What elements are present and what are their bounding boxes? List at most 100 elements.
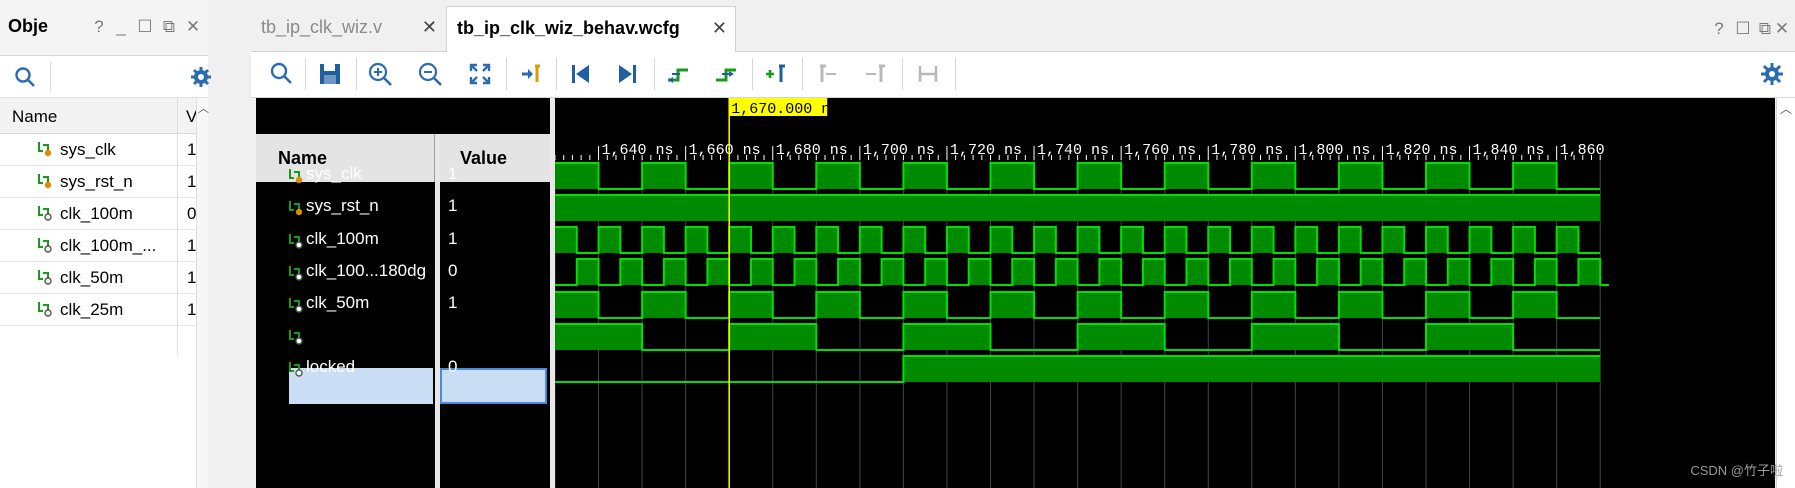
toolbar-divider <box>50 62 51 92</box>
signal-high-fill <box>685 227 708 253</box>
save-icon[interactable] <box>316 60 344 88</box>
next-marker-icon[interactable] <box>862 60 890 88</box>
close-icon[interactable]: ✕ <box>712 7 727 49</box>
signal-high-fill <box>794 259 817 285</box>
value-header-label: Value <box>460 148 508 168</box>
input-port-icon <box>38 174 52 189</box>
signal-high-fill <box>1164 227 1187 253</box>
signal-name[interactable]: sys_rst_n <box>306 196 434 216</box>
ruler-label: 1,760 ns <box>1124 142 1196 159</box>
input-port-icon <box>289 201 303 216</box>
signal-icon-cell <box>288 296 304 319</box>
signal-icon-cell <box>288 328 304 351</box>
waveform-scrollbar[interactable]: ︿ <box>1776 98 1795 488</box>
signal-high-fill <box>707 259 730 285</box>
signal-icon-cell <box>288 264 304 287</box>
zoom-out-icon[interactable] <box>416 60 444 88</box>
signal-icon-cell <box>288 167 304 190</box>
signal-high-fill <box>642 227 664 253</box>
signal-high-fill <box>1556 227 1579 253</box>
signal-high-fill <box>1295 227 1318 253</box>
objects-toolbar <box>0 56 211 98</box>
signal-icon <box>38 238 52 253</box>
float-icon[interactable]: ⧉ <box>160 16 178 38</box>
signal-high-fill <box>1055 259 1078 285</box>
signal-high-fill <box>816 163 860 189</box>
signal-value[interactable]: 1 <box>448 196 457 216</box>
signal-value[interactable]: 1 <box>448 164 457 184</box>
objects-scrollbar[interactable]: ︿ <box>196 98 209 488</box>
signal-value[interactable]: 1 <box>448 229 457 249</box>
maximize-icon[interactable]: ☐ <box>136 16 154 38</box>
signal-name[interactable]: locked <box>306 357 434 377</box>
minimize-icon[interactable]: _ <box>112 16 130 38</box>
tab-tb-ip-clk-wiz-behav-wcfg[interactable]: tb_ip_clk_wiz_behav.wcfg ✕ <box>446 6 736 52</box>
object-icon <box>37 268 53 291</box>
signal-value[interactable]: 1 <box>448 325 457 345</box>
search-icon[interactable] <box>14 66 36 88</box>
signal-high-fill <box>903 292 947 318</box>
toolbar-divider <box>802 58 803 90</box>
settings-icon[interactable] <box>190 66 212 88</box>
signal-high-fill <box>1251 163 1296 189</box>
name-column-header[interactable]: Name <box>12 107 57 127</box>
signal-name[interactable]: clk_100m <box>306 229 434 249</box>
help-icon[interactable]: ? <box>1710 18 1728 40</box>
signal-icon <box>38 270 52 285</box>
signal-high-fill <box>1251 292 1296 318</box>
signal-high-fill <box>1426 324 1514 350</box>
scroll-up-icon[interactable]: ︿ <box>198 100 209 116</box>
signal-high-fill <box>990 292 1035 318</box>
go-to-last-time-icon[interactable] <box>614 60 642 88</box>
add-marker-icon[interactable] <box>762 60 790 88</box>
next-transition-icon[interactable] <box>712 60 740 88</box>
signal-high-fill <box>1491 259 1514 285</box>
signal-high-fill <box>1142 259 1165 285</box>
signal-high-fill <box>1164 292 1209 318</box>
signal-high-fill <box>1034 227 1056 253</box>
object-name: clk_50m <box>60 268 124 287</box>
signal-name[interactable]: sys_clk <box>306 164 434 184</box>
help-icon[interactable]: ? <box>90 16 108 38</box>
object-name: sys_clk <box>60 140 116 159</box>
signal-name[interactable]: clk_50m <box>306 293 434 313</box>
close-icon[interactable]: ✕ <box>1773 18 1791 40</box>
previous-transition-icon[interactable] <box>664 60 692 88</box>
ruler-label: 1,700 ns <box>863 142 935 159</box>
signal-high-fill <box>772 227 795 253</box>
input-port-icon <box>289 169 303 184</box>
watermark: CSDN @竹子啦 <box>1690 463 1783 478</box>
settings-icon[interactable] <box>1758 60 1786 88</box>
maximize-icon[interactable]: ☐ <box>1734 18 1752 40</box>
tab-tb-ip-clk-wiz-v[interactable]: tb_ip_clk_wiz.v ✕ <box>251 6 445 52</box>
column-divider[interactable] <box>177 98 178 134</box>
toolbar-divider <box>752 58 753 90</box>
signal-high-fill <box>1382 227 1405 253</box>
signal-value[interactable]: 0 <box>448 261 457 281</box>
signal-high-fill <box>1426 163 1470 189</box>
signal-high-fill <box>1230 259 1252 285</box>
waveform-canvas[interactable]: 1,640 ns 1,660 ns 1,680 ns 1,700 ns 1,720 ns… <box>555 98 1775 488</box>
previous-marker-icon[interactable] <box>812 60 840 88</box>
close-icon[interactable]: ✕ <box>184 16 202 38</box>
ruler-label: 1,800 ns <box>1298 142 1370 159</box>
go-to-cursor-icon[interactable] <box>516 60 544 88</box>
toolbar-divider <box>955 58 956 90</box>
scroll-up-icon[interactable]: ︿ <box>1780 100 1792 117</box>
signal-value[interactable]: 1 <box>448 293 457 313</box>
float-icon[interactable]: ⧉ <box>1756 18 1774 40</box>
signal-name[interactable]: clk_100...180dg <box>306 261 434 281</box>
go-to-time-zero-icon[interactable] <box>566 60 594 88</box>
signal-high-fill <box>1077 163 1122 189</box>
swap-cursors-icon[interactable] <box>914 60 942 88</box>
column-splitter[interactable] <box>435 134 440 488</box>
close-icon[interactable]: ✕ <box>422 6 437 48</box>
search-icon[interactable] <box>268 60 296 88</box>
cursor-label: 1,670.000 ns <box>731 101 839 118</box>
signal-name[interactable]: clk_25m <box>306 325 434 345</box>
ruler-label: 1,860 <box>1560 142 1605 159</box>
objects-column-header: Name Va <box>0 98 208 134</box>
zoom-in-icon[interactable] <box>366 60 394 88</box>
zoom-fit-icon[interactable] <box>466 60 494 88</box>
signal-value[interactable]: 0 <box>448 357 457 377</box>
